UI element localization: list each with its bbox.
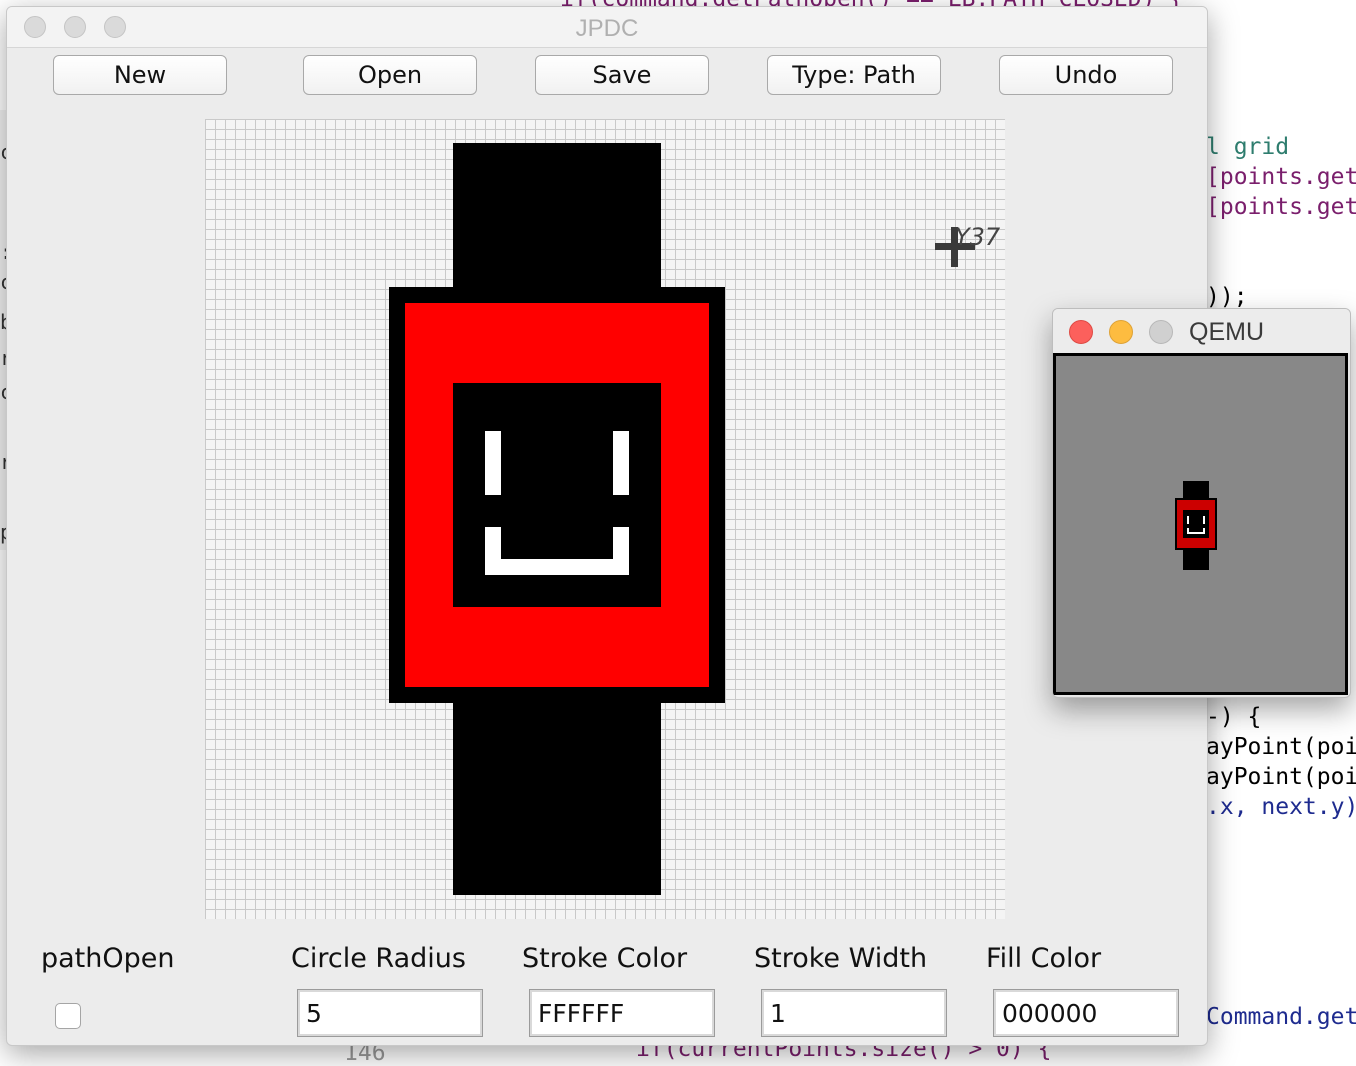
right-eye [613, 431, 629, 495]
fill-color-field[interactable] [993, 989, 1179, 1037]
stroke-color-field[interactable] [529, 989, 715, 1037]
left-eye [485, 431, 501, 495]
qemu-window: QEMU [1052, 308, 1351, 698]
preview-left-eye [1187, 516, 1189, 524]
code-line: [points.get( [1206, 194, 1356, 220]
qemu-minimize-button[interactable] [1109, 320, 1133, 344]
window-title: JPDC [575, 15, 639, 42]
undo-button[interactable]: Undo [999, 55, 1173, 95]
code-line: l grid [1206, 134, 1290, 160]
preview-right-eye [1203, 516, 1205, 524]
watch-band-top [453, 143, 661, 293]
qemu-zoom-button[interactable] [1149, 320, 1173, 344]
new-button[interactable]: New [53, 55, 227, 95]
qemu-title: QEMU [1189, 318, 1264, 346]
save-button[interactable]: Save [535, 55, 709, 95]
stroke-width-label: Stroke Width [754, 943, 928, 974]
title-bar[interactable]: JPDC [7, 7, 1207, 48]
code-line: [points.get( [1206, 164, 1356, 190]
qemu-screen[interactable] [1053, 353, 1348, 695]
path-open-checkbox[interactable] [55, 1003, 81, 1029]
stroke-color-label: Stroke Color [522, 943, 688, 974]
qemu-title-bar[interactable]: QEMU [1053, 309, 1350, 353]
circle-radius-label: Circle Radius [291, 943, 466, 974]
open-button[interactable]: Open [303, 55, 477, 95]
path-open-label: pathOpen [41, 943, 175, 974]
qemu-watch-preview [1175, 481, 1217, 570]
circle-radius-field[interactable] [297, 989, 483, 1037]
preview-band-bottom [1183, 548, 1209, 570]
code-line: )); [1206, 284, 1248, 310]
stroke-width-field[interactable] [761, 989, 947, 1037]
cursor-coordinate-label: Y37 [955, 223, 1001, 251]
watch-band-bottom [453, 701, 661, 895]
code-line: ayPoint(poir [1206, 734, 1356, 760]
type-button[interactable]: Type: Path [767, 55, 941, 95]
qemu-close-button[interactable] [1069, 320, 1093, 344]
code-line: .x, next.y) [1206, 794, 1356, 820]
drawing-canvas[interactable]: Y37 [205, 119, 1005, 919]
watch-drawing [389, 143, 975, 895]
jpdc-window: JPDC New Open Save Type: Path Undo Y37 p… [6, 6, 1208, 1046]
fill-color-label: Fill Color [986, 943, 1102, 974]
code-line: ayPoint(poir [1206, 764, 1356, 790]
code-line: Command.getF [1206, 1004, 1356, 1030]
code-line: -) { [1206, 704, 1262, 730]
